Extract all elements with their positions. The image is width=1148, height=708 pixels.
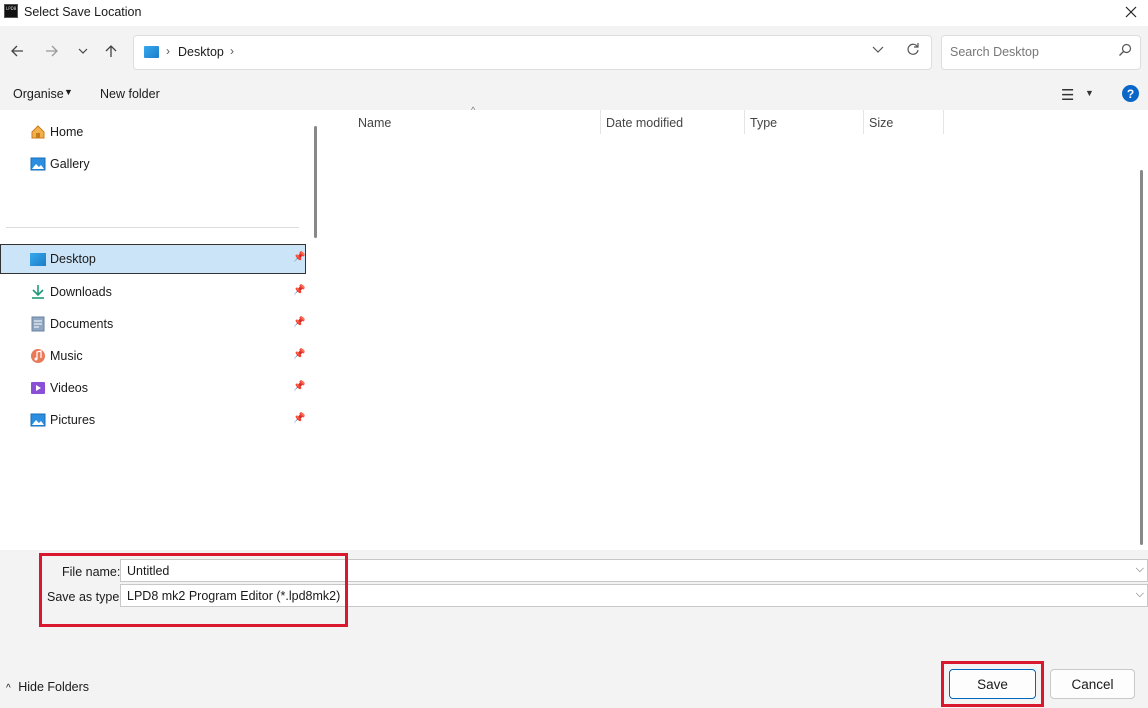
breadcrumb-desktop[interactable]: Desktop [178, 45, 224, 59]
new-folder-button[interactable]: New folder [100, 87, 160, 101]
column-header-date[interactable]: Date modified [606, 116, 683, 130]
pin-icon: 📌 [293, 413, 306, 424]
pin-icon: 📌 [293, 317, 306, 328]
sidebar-item-label: Desktop [50, 252, 96, 266]
chevron-down-icon [872, 46, 884, 53]
chevron-up-icon: ^ [6, 683, 11, 694]
arrow-left-icon [11, 45, 23, 57]
sidebar-item-gallery[interactable]: Gallery [0, 149, 306, 179]
save-form: File name: Untitled ⌵ Save as type: LPD8… [0, 550, 1148, 650]
sidebar-item-documents[interactable]: Documents 📌 [0, 309, 306, 339]
breadcrumb-separator[interactable]: › [166, 44, 170, 58]
column-header-size[interactable]: Size [869, 116, 893, 130]
save-button[interactable]: Save [949, 669, 1036, 699]
sidebar-item-label: Home [50, 125, 84, 139]
sidebar-item-desktop[interactable]: Desktop 📌 [0, 244, 306, 274]
desktop-icon [144, 46, 159, 58]
sidebar-item-label: Music [50, 349, 83, 363]
caret-down-icon[interactable]: ▼ [1085, 88, 1094, 98]
recent-locations-button[interactable] [72, 40, 94, 62]
arrow-right-icon [46, 45, 58, 57]
column-divider[interactable] [943, 110, 944, 134]
column-divider[interactable] [600, 110, 601, 134]
navigation-pane: Home Gallery Desktop 📌 Downloads 📌 Docum… [0, 110, 322, 550]
refresh-icon [907, 43, 919, 55]
breadcrumb-separator[interactable]: › [230, 44, 234, 58]
home-icon [31, 125, 45, 139]
file-list: ^ Name Date modified Type Size [324, 105, 1148, 550]
sidebar-divider [6, 227, 299, 228]
sidebar-item-label: Pictures [50, 413, 96, 427]
chevron-down-icon[interactable]: ⌵ [1136, 563, 1144, 576]
back-button[interactable] [6, 40, 28, 62]
window-title: Select Save Location [24, 5, 142, 19]
command-bar: Organise ▼ New folder ☰ ▼ ? [0, 78, 1148, 110]
chevron-down-icon [78, 48, 88, 54]
sort-caret-icon: ^ [471, 105, 476, 115]
refresh-button[interactable] [906, 42, 920, 61]
downloads-icon [32, 285, 44, 299]
dialog-footer: ^ Hide Folders Save Cancel [0, 650, 1148, 708]
sidebar-item-label: Documents [50, 317, 114, 331]
address-bar[interactable]: › Desktop › [133, 35, 932, 70]
column-divider[interactable] [863, 110, 864, 134]
forward-button[interactable] [41, 40, 63, 62]
hide-folders-button[interactable]: ^ Hide Folders [6, 680, 89, 694]
pin-icon: 📌 [293, 252, 306, 263]
sidebar-item-downloads[interactable]: Downloads 📌 [0, 277, 306, 307]
sidebar-item-home[interactable]: Home [0, 117, 306, 147]
highlight-box [39, 553, 348, 627]
sidebar-item-pictures[interactable]: Pictures 📌 [0, 405, 306, 435]
arrow-up-icon [105, 45, 117, 57]
close-button[interactable] [1114, 0, 1148, 24]
documents-icon [31, 316, 45, 332]
pictures-icon [30, 413, 46, 427]
up-button[interactable] [100, 40, 122, 62]
music-icon [31, 349, 45, 363]
sidebar-item-label: Videos [50, 381, 88, 395]
pin-icon: 📌 [293, 381, 306, 392]
desktop-icon [30, 253, 46, 266]
search-box[interactable]: Search Desktop [941, 35, 1141, 70]
sidebar-item-videos[interactable]: Videos 📌 [0, 373, 306, 403]
file-list-scrollbar[interactable] [1140, 170, 1143, 545]
videos-icon [31, 382, 45, 394]
chevron-down-icon[interactable]: ⌵ [1136, 588, 1144, 601]
organise-menu[interactable]: Organise [13, 87, 64, 101]
view-options-icon[interactable]: ☰ [1061, 86, 1074, 104]
help-icon[interactable]: ? [1122, 85, 1139, 102]
sidebar-item-music[interactable]: Music 📌 [0, 341, 306, 371]
pin-icon: 📌 [293, 349, 306, 360]
gallery-icon [30, 157, 46, 171]
caret-down-icon: ▼ [64, 87, 73, 97]
title-bar: LPD8 Select Save Location [0, 0, 1148, 26]
sidebar-item-label: Downloads [50, 285, 112, 299]
close-icon [1125, 6, 1137, 18]
navigation-bar: › Desktop › Search Desktop [0, 26, 1148, 78]
column-header-name[interactable]: Name [358, 116, 391, 130]
hide-folders-label: Hide Folders [18, 680, 90, 694]
sidebar-item-label: Gallery [50, 157, 90, 171]
sidebar-scrollbar[interactable] [314, 126, 317, 238]
cancel-button[interactable]: Cancel [1050, 669, 1135, 699]
column-header-type[interactable]: Type [750, 116, 777, 130]
app-icon: LPD8 [4, 4, 18, 18]
search-icon [1119, 43, 1132, 56]
column-divider[interactable] [744, 110, 745, 134]
address-dropdown-button[interactable] [872, 43, 884, 58]
pin-icon: 📌 [293, 285, 306, 296]
search-input[interactable]: Search Desktop [950, 45, 1039, 59]
